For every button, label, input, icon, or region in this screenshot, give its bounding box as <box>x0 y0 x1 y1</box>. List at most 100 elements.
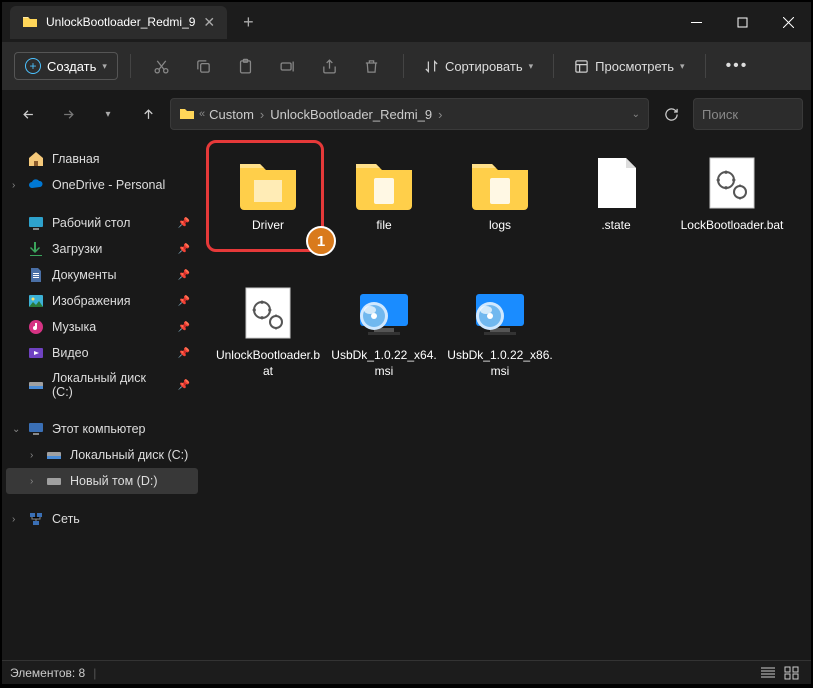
folder-icon <box>22 14 38 30</box>
item-label: UnlockBootloader.bat <box>214 348 322 379</box>
item-label: LockBootloader.bat <box>681 218 784 234</box>
view-label: Просмотреть <box>595 59 674 74</box>
address-bar[interactable]: « Custom › UnlockBootloader_Redmi_9 › ⌄ <box>170 98 649 130</box>
msi-icon <box>468 284 532 342</box>
item-usbdk-x64[interactable]: UsbDk_1.0.22_x64.msi <box>326 278 442 408</box>
paste-icon[interactable] <box>227 47 265 85</box>
item-label: logs <box>489 218 511 234</box>
sidebar: Главная ›OneDrive - Personal Рабочий сто… <box>2 138 202 660</box>
pin-icon: 📌 <box>178 218 190 229</box>
chevron-down-icon[interactable]: ⌄ <box>632 109 640 120</box>
item-label: .state <box>601 218 630 234</box>
document-icon <box>28 267 44 283</box>
sidebar-documents[interactable]: Документы📌 <box>6 262 198 288</box>
desktop-icon <box>28 215 44 231</box>
video-icon <box>28 345 44 361</box>
folder-icon <box>179 106 195 122</box>
titlebar: UnlockBootloader_Redmi_9 ✕ + <box>2 2 811 42</box>
pictures-icon <box>28 293 44 309</box>
search-input[interactable]: Поиск <box>693 98 803 130</box>
folder-icon <box>236 154 300 212</box>
music-icon <box>28 319 44 335</box>
sidebar-downloads[interactable]: Загрузки📌 <box>6 236 198 262</box>
item-usbdk-x86[interactable]: UsbDk_1.0.22_x86.msi <box>442 278 558 408</box>
pin-icon: 📌 <box>178 270 190 281</box>
sidebar-videos[interactable]: Видео📌 <box>6 340 198 366</box>
sidebar-local-c2[interactable]: ›Локальный диск (C:) <box>6 442 198 468</box>
divider <box>403 54 404 78</box>
sidebar-pictures[interactable]: Изображения📌 <box>6 288 198 314</box>
item-label: file <box>376 218 391 234</box>
pin-icon: 📌 <box>178 348 190 359</box>
more-button[interactable]: ••• <box>718 57 757 75</box>
chevron-down-icon: ⌄ <box>12 424 20 435</box>
disk-icon <box>46 447 62 463</box>
divider <box>130 54 131 78</box>
up-button[interactable] <box>130 96 166 132</box>
icons-view-button[interactable] <box>781 664 803 682</box>
item-label: UsbDk_1.0.22_x64.msi <box>330 348 438 379</box>
item-state[interactable]: .state <box>558 148 674 278</box>
create-label: Создать <box>47 59 96 74</box>
back-button[interactable] <box>10 96 46 132</box>
copy-icon[interactable] <box>185 47 223 85</box>
minimize-button[interactable] <box>673 2 719 42</box>
maximize-button[interactable] <box>719 2 765 42</box>
chevron-right-icon: › <box>12 180 15 191</box>
content-area: 1 Driver file logs .state LockBootloader… <box>202 138 811 660</box>
search-placeholder: Поиск <box>702 107 738 122</box>
navbar: ▾ « Custom › UnlockBootloader_Redmi_9 › … <box>2 90 811 138</box>
sidebar-home[interactable]: Главная <box>6 146 198 172</box>
chevron-down-icon: ▾ <box>680 61 685 72</box>
recent-button[interactable]: ▾ <box>90 96 126 132</box>
forward-button[interactable] <box>50 96 86 132</box>
item-label: Driver <box>252 218 284 234</box>
pin-icon: 📌 <box>178 296 190 307</box>
close-button[interactable] <box>765 2 811 42</box>
sidebar-network[interactable]: ›Сеть <box>6 506 198 532</box>
item-file[interactable]: file <box>326 148 442 278</box>
pin-icon: 📌 <box>178 244 190 255</box>
delete-icon[interactable] <box>353 47 391 85</box>
disk-icon <box>28 377 44 393</box>
statusbar: Элементов: 8 | <box>2 660 811 684</box>
cut-icon[interactable] <box>143 47 181 85</box>
active-tab[interactable]: UnlockBootloader_Redmi_9 ✕ <box>10 6 227 39</box>
disk-icon <box>46 473 62 489</box>
close-tab-icon[interactable]: ✕ <box>203 14 215 31</box>
chevron-down-icon: ▾ <box>529 61 534 72</box>
bat-icon <box>236 284 300 342</box>
details-view-button[interactable] <box>757 664 779 682</box>
item-driver[interactable]: Driver <box>210 148 326 278</box>
chevron-right-icon: › <box>260 107 264 122</box>
create-button[interactable]: + Создать ▾ <box>14 52 118 80</box>
pc-icon <box>28 421 44 437</box>
new-tab-button[interactable]: + <box>243 12 254 33</box>
item-label: UsbDk_1.0.22_x86.msi <box>446 348 554 379</box>
sidebar-desktop[interactable]: Рабочий стол📌 <box>6 210 198 236</box>
divider <box>705 54 706 78</box>
file-icon <box>584 154 648 212</box>
sidebar-local-c[interactable]: Локальный диск (C:)📌 <box>6 366 198 404</box>
divider <box>553 54 554 78</box>
sort-button[interactable]: Сортировать ▾ <box>416 54 541 79</box>
view-button[interactable]: Просмотреть ▾ <box>566 54 692 79</box>
item-unlockbootloader[interactable]: UnlockBootloader.bat <box>210 278 326 408</box>
chevron-right-icon: › <box>30 450 33 461</box>
folder-icon <box>468 154 532 212</box>
chevron-left-icon: « <box>199 108 205 120</box>
share-icon[interactable] <box>311 47 349 85</box>
sidebar-onedrive[interactable]: ›OneDrive - Personal <box>6 172 198 198</box>
plus-icon: + <box>25 58 41 74</box>
item-logs[interactable]: logs <box>442 148 558 278</box>
sidebar-new-volume[interactable]: ›Новый том (D:) <box>6 468 198 494</box>
item-lockbootloader[interactable]: LockBootloader.bat <box>674 148 790 278</box>
sidebar-music[interactable]: Музыка📌 <box>6 314 198 340</box>
refresh-button[interactable] <box>653 96 689 132</box>
rename-icon[interactable] <box>269 47 307 85</box>
breadcrumb-custom[interactable]: Custom <box>209 107 254 122</box>
sidebar-this-pc[interactable]: ⌄Этот компьютер <box>6 416 198 442</box>
pin-icon: 📌 <box>178 322 190 333</box>
status-count: Элементов: 8 <box>10 666 85 680</box>
breadcrumb-folder[interactable]: UnlockBootloader_Redmi_9 <box>270 107 432 122</box>
